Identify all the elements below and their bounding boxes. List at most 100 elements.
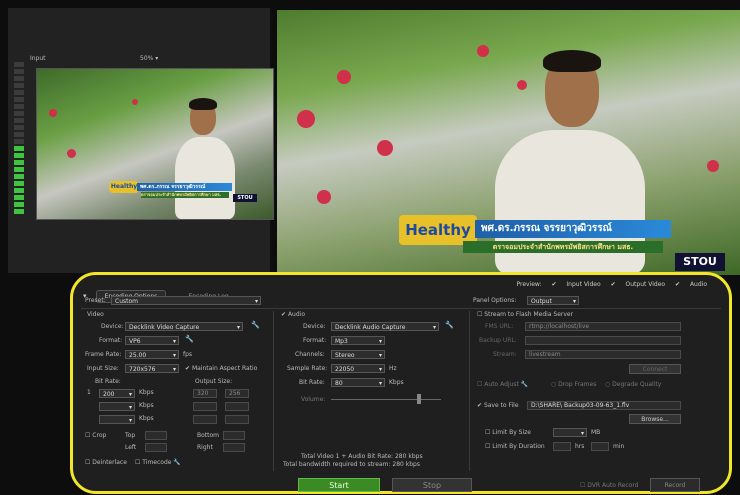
meter-segment [14, 132, 24, 137]
output-width-field[interactable]: 320 [193, 389, 217, 398]
crop-checkbox[interactable]: ☐ Crop [85, 432, 106, 439]
meter-segment [14, 195, 24, 200]
app-window: Input 50% ▾ Healthy พศ.ดร.ภรรณ จรรยาวุฒิ… [0, 0, 740, 495]
overlay-name-small: พศ.ดร.ภรรณ จรรยาวุฒิวรรณ์ [137, 183, 232, 191]
meter-segment [14, 69, 24, 74]
bitrate-kbps-label: Kbps [139, 389, 154, 396]
connect-button[interactable]: Connect [629, 364, 681, 374]
stream-fms-checkbox[interactable]: ☐ Stream to Flash Media Server [477, 311, 573, 318]
crop-left-field[interactable] [145, 443, 167, 452]
browse-button[interactable]: Browse... [629, 414, 681, 424]
fps-label: fps [183, 351, 193, 358]
crop-top-field[interactable] [145, 431, 167, 440]
degrade-quality-radio[interactable]: ○ Degrade Quality [605, 381, 661, 388]
preview-options: Preview: ✔ Input Video ✔ Output Video ✔ … [508, 281, 707, 288]
audio-checkbox[interactable]: ✔ Audio [281, 311, 305, 318]
meter-segment [14, 83, 24, 88]
sample-rate-label: Sample Rate: [287, 365, 328, 372]
output-width-field[interactable] [193, 402, 217, 411]
save-path-field[interactable]: D:\SHARE\ Backup03-09-63_1.flv [527, 401, 681, 410]
timecode-checkbox[interactable]: ☐ Timecode 🔧 [135, 459, 181, 466]
output-size-label: Output Size: [195, 378, 233, 385]
audio-device-wrench-icon[interactable]: 🔧 [445, 321, 454, 329]
meter-segment [14, 188, 24, 193]
video-format-select[interactable]: VP6 [125, 336, 179, 346]
meter-segment [14, 125, 24, 130]
video-device-wrench-icon[interactable]: 🔧 [251, 321, 260, 329]
output-video-preview: Healthy พศ.ดร.ภรรณ จรรยาวุฒิวรรณ์ ตราจอม… [277, 10, 740, 275]
duration-hrs-field[interactable] [553, 442, 571, 451]
mb-label: MB [591, 429, 601, 436]
video-bitrate-label: Bit Rate: [95, 378, 121, 385]
stream-name-field[interactable]: livestream [525, 350, 681, 359]
meter-segment [14, 181, 24, 186]
frame-rate-label: Frame Rate: [85, 351, 122, 358]
bitrate-row-number: 1 [87, 389, 91, 396]
bitrate-kbps-label: Kbps [139, 402, 154, 409]
bitrate-select[interactable] [99, 402, 135, 412]
video-device-label: Device: [101, 323, 124, 330]
audio-level-meter [14, 62, 24, 214]
preview-audio-checkbox[interactable]: ✔ Audio [675, 281, 707, 288]
audio-bitrate-select[interactable]: 80 [331, 378, 385, 388]
crop-left-label: Left [125, 444, 137, 451]
preview-output-video-checkbox[interactable]: ✔ Output Video [611, 281, 666, 288]
limit-by-size-checkbox[interactable]: ☐ Limit By Size [485, 429, 531, 436]
crop-top-label: Top [125, 432, 136, 439]
maintain-aspect-checkbox[interactable]: ✔ Maintain Aspect Ratio [185, 365, 257, 372]
zoom-select[interactable]: 50% ▾ [140, 55, 158, 62]
bitrate-select[interactable] [99, 415, 135, 425]
meter-segment [14, 160, 24, 165]
duration-min-field[interactable] [591, 442, 609, 451]
drop-frames-radio[interactable]: ○ Drop Frames [551, 381, 596, 388]
channels-label: Channels: [295, 351, 325, 358]
output-height-field[interactable]: 256 [225, 389, 249, 398]
video-device-select[interactable]: Decklink Video Capture [125, 322, 243, 332]
input-size-select[interactable]: 720x576 [125, 364, 179, 374]
stream-name-label: Stream: [493, 351, 517, 358]
backup-url-field[interactable] [525, 336, 681, 345]
crop-bottom-field[interactable] [223, 431, 245, 440]
video-format-wrench-icon[interactable]: 🔧 [185, 335, 194, 343]
backup-url-label: Backup URL: [479, 337, 517, 344]
limit-by-duration-checkbox[interactable]: ☐ Limit By Duration [485, 443, 545, 450]
meter-segment [14, 202, 24, 207]
meter-segment [14, 97, 24, 102]
output-height-field[interactable] [225, 402, 249, 411]
save-to-file-checkbox[interactable]: ✔ Save to File [477, 402, 519, 409]
record-button[interactable]: Record [650, 478, 700, 492]
output-width-field[interactable] [193, 415, 217, 424]
dvr-auto-record-checkbox[interactable]: ☐ DVR Auto Record [580, 482, 639, 489]
preview-input-video-checkbox[interactable]: ✔ Input Video [551, 281, 600, 288]
audio-format-select[interactable]: Mp3 [331, 336, 385, 346]
sample-rate-select[interactable]: 22050 [331, 364, 385, 374]
video-section-title: Video [87, 311, 104, 318]
crop-right-field[interactable] [223, 443, 245, 452]
volume-label: Volume: [301, 396, 326, 403]
limit-size-select[interactable] [553, 428, 587, 438]
bitrate-kbps-label: Kbps [139, 415, 154, 422]
hz-label: Hz [389, 365, 397, 372]
output-height-field[interactable] [225, 415, 249, 424]
start-button[interactable]: Start [298, 478, 380, 492]
video-format-label: Format: [99, 337, 123, 344]
preview-label: Preview: [516, 281, 542, 288]
deinterlace-checkbox[interactable]: ☐ Deinterlace [85, 459, 127, 466]
input-label: Input [30, 55, 46, 62]
auto-adjust-checkbox[interactable]: ☐ Auto Adjust 🔧 [477, 381, 528, 388]
input-size-label: Input Size: [87, 365, 119, 372]
meter-segment [14, 146, 24, 151]
audio-bitrate-label: Bit Rate: [299, 379, 325, 386]
volume-slider-track [331, 399, 441, 400]
encoding-panel: ▾ Encoding Options Encoding Log Preview:… [70, 272, 732, 494]
fms-url-field[interactable]: rtmp://localhost/live [525, 322, 681, 331]
frame-rate-select[interactable]: 25.00 [125, 350, 179, 360]
bitrate-select[interactable]: 200 [99, 389, 135, 399]
audio-device-select[interactable]: Decklink Audio Capture [331, 322, 439, 332]
audio-format-label: Format: [303, 337, 327, 344]
preset-select[interactable]: Custom [111, 296, 261, 306]
panel-options-select[interactable]: Output [527, 296, 579, 306]
volume-slider-handle[interactable] [417, 394, 421, 404]
stop-button[interactable]: Stop [392, 478, 472, 492]
channels-select[interactable]: Stereo [331, 350, 385, 360]
